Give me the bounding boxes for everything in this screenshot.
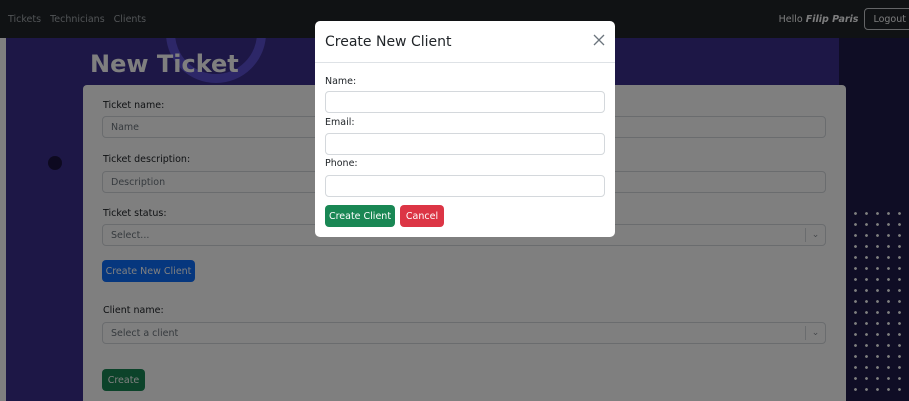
- client-email-field[interactable]: [325, 133, 605, 155]
- create-client-button[interactable]: Create Client: [325, 205, 395, 227]
- client-email-field-label: Email:: [325, 117, 355, 128]
- modal-header: Create New Client: [315, 21, 615, 63]
- client-phone-field[interactable]: [325, 175, 605, 197]
- client-phone-field-label: Phone:: [325, 158, 358, 169]
- modal-title: Create New Client: [325, 34, 452, 50]
- client-name-field-label: Name:: [325, 76, 357, 87]
- cancel-button[interactable]: Cancel: [400, 205, 444, 227]
- client-name-field[interactable]: [325, 91, 605, 113]
- close-icon[interactable]: [593, 34, 605, 46]
- create-client-modal: Create New Client Name: Email: Phone: Cr…: [315, 21, 615, 237]
